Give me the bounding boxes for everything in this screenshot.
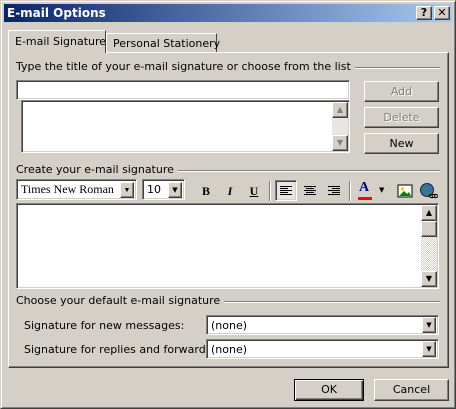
bold-button[interactable]: B xyxy=(195,181,217,201)
insert-picture-button[interactable] xyxy=(395,181,415,201)
email-options-dialog: E-mail Options ? ✕ E-mail Signature Pers… xyxy=(0,0,456,409)
picture-icon xyxy=(397,184,413,198)
new-messages-signature-select[interactable]: (none) ▼ xyxy=(206,315,439,335)
replies-signature-value: (none) xyxy=(211,343,248,356)
replies-dropdown-icon[interactable]: ▼ xyxy=(422,341,436,357)
ok-button[interactable]: OK xyxy=(294,379,364,401)
cancel-button[interactable]: Cancel xyxy=(374,379,449,401)
signature-list[interactable]: ▲ ▼ xyxy=(21,100,350,153)
editor-scrollbar[interactable]: ▲ ▼ xyxy=(421,205,437,287)
signature-editor[interactable]: ▲ ▼ xyxy=(16,203,439,289)
font-color-dropdown-icon[interactable]: ▼ xyxy=(379,186,384,194)
editor-scroll-thumb[interactable] xyxy=(421,221,437,237)
replies-signature-select[interactable]: (none) ▼ xyxy=(206,339,439,359)
align-center-button[interactable] xyxy=(299,181,321,201)
tab-personal-stationery[interactable]: Personal Stationery xyxy=(106,33,221,53)
add-button[interactable]: Add xyxy=(364,81,439,102)
tab-email-signature[interactable]: E-mail Signature xyxy=(8,30,106,53)
scroll-down-button[interactable]: ▼ xyxy=(332,135,348,151)
align-center-icon xyxy=(304,186,316,195)
window-title: E-mail Options xyxy=(7,6,106,20)
default-section-label: Choose your default e-mail signature xyxy=(16,294,225,307)
new-button-label: New xyxy=(389,137,414,150)
globe-link-icon xyxy=(420,183,439,199)
font-color-icon: A xyxy=(359,180,370,195)
align-right-button[interactable] xyxy=(323,181,345,201)
delete-button[interactable]: Delete xyxy=(364,107,439,128)
replies-label: Signature for replies and forwards: xyxy=(24,343,216,356)
editor-scroll-down-button[interactable]: ▼ xyxy=(421,271,437,287)
font-size-value: 10 xyxy=(147,183,161,196)
title-section-label: Type the title of your e-mail signature … xyxy=(16,60,355,73)
font-color-button[interactable]: A ▼ xyxy=(355,180,389,202)
editor-scroll-up-button[interactable]: ▲ xyxy=(421,205,437,221)
signature-list-scrollbar[interactable]: ▲ ▼ xyxy=(332,102,348,151)
new-messages-dropdown-icon[interactable]: ▼ xyxy=(422,317,436,333)
align-right-icon xyxy=(328,186,340,195)
help-button[interactable]: ? xyxy=(416,6,432,20)
new-messages-label: Signature for new messages: xyxy=(24,319,185,332)
new-button[interactable]: New xyxy=(364,133,439,154)
underline-button[interactable]: U xyxy=(243,181,265,201)
tab-personal-stationery-label: Personal Stationery xyxy=(113,37,221,50)
font-name-value: Times New Roman xyxy=(21,182,114,196)
font-name-combo[interactable]: Times New Roman ▼ xyxy=(16,179,137,200)
toolbar-separator-2 xyxy=(349,181,351,201)
italic-button[interactable]: I xyxy=(219,181,241,201)
font-color-swatch xyxy=(358,197,372,200)
tab-email-signature-label: E-mail Signature xyxy=(15,35,107,48)
create-section-label: Create your e-mail signature xyxy=(16,163,178,176)
align-left-button[interactable] xyxy=(275,180,297,201)
title-bar: E-mail Options ? ✕ xyxy=(4,4,452,22)
close-button[interactable]: ✕ xyxy=(434,6,450,20)
new-messages-signature-value: (none) xyxy=(211,319,248,332)
toolbar-separator xyxy=(269,181,271,201)
font-name-dropdown-icon[interactable]: ▼ xyxy=(120,182,134,198)
align-left-icon xyxy=(280,186,292,195)
font-size-combo[interactable]: 10 ▼ xyxy=(142,179,185,200)
font-size-dropdown-icon[interactable]: ▼ xyxy=(168,182,182,198)
insert-hyperlink-button[interactable] xyxy=(418,181,439,201)
scroll-up-button[interactable]: ▲ xyxy=(332,102,348,118)
signature-title-input[interactable] xyxy=(16,80,350,100)
